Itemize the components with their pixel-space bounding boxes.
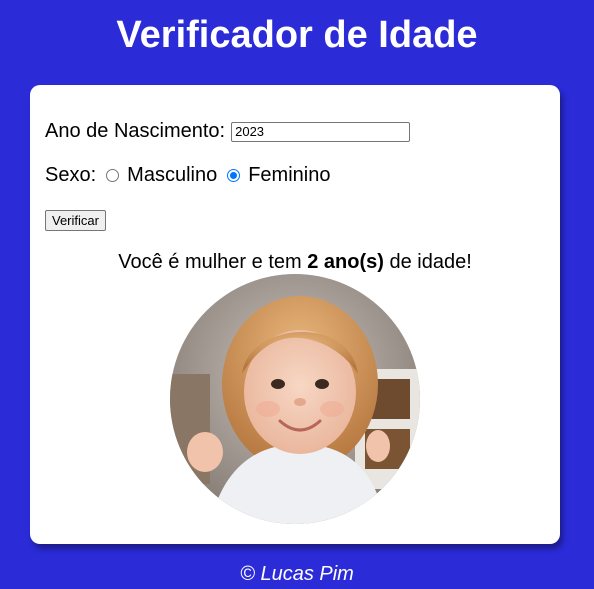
- result-suffix: de idade!: [383, 251, 472, 273]
- verify-button[interactable]: Verificar: [45, 210, 106, 231]
- form-card: Ano de Nascimento: Sexo: Masculino Femin…: [30, 85, 560, 544]
- sex-row: Sexo: Masculino Feminino: [45, 164, 330, 187]
- birth-year-row: Ano de Nascimento:: [45, 120, 411, 143]
- sex-label: Sexo:: [45, 164, 97, 186]
- footer-credit: © Lucas Pim: [240, 563, 354, 585]
- result-text: Você é mulher e tem 2 ano(s) de idade!: [30, 251, 560, 274]
- page-title: Verificador de Idade: [116, 14, 478, 56]
- result-age: 2 ano(s): [307, 251, 384, 273]
- child-photo-illustration: [170, 274, 420, 524]
- result-photo: [170, 274, 420, 524]
- birth-year-input[interactable]: [231, 121, 411, 142]
- male-radio-label[interactable]: Masculino: [127, 164, 217, 187]
- male-radio[interactable]: [106, 169, 120, 182]
- result-prefix: Você é mulher e tem: [118, 251, 308, 273]
- female-radio[interactable]: [227, 169, 241, 182]
- birth-year-label: Ano de Nascimento:: [45, 120, 226, 142]
- female-radio-label[interactable]: Feminino: [248, 164, 330, 187]
